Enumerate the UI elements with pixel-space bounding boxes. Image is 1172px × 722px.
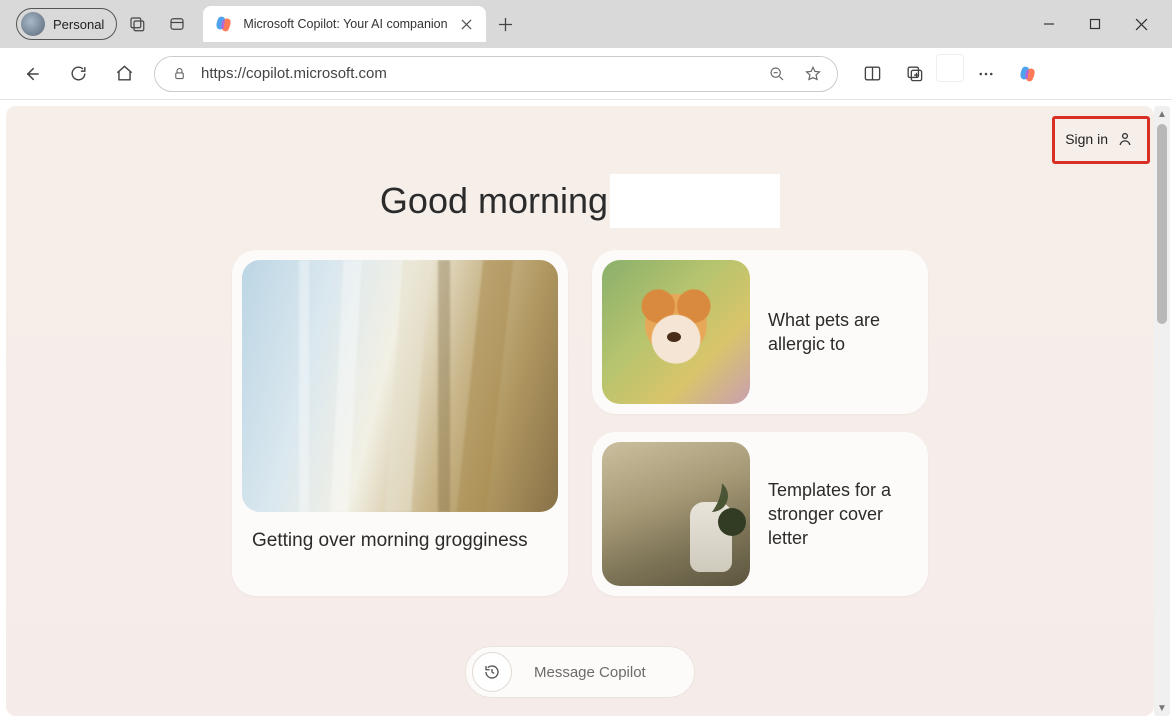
copilot-sidebar-button[interactable] [1008, 54, 1048, 94]
split-screen-icon[interactable] [852, 54, 892, 94]
favorite-star-icon[interactable] [799, 60, 827, 88]
url-text: https://copilot.microsoft.com [201, 65, 755, 82]
card-image-plant [602, 442, 750, 586]
refresh-button[interactable] [58, 54, 98, 94]
profile-switcher[interactable]: Personal [16, 8, 117, 40]
scroll-up-arrow-icon[interactable]: ▲ [1154, 106, 1170, 122]
greeting-text: Good morning [380, 180, 608, 222]
profile-label: Personal [53, 17, 104, 32]
new-tab-button[interactable] [486, 17, 526, 32]
message-input[interactable]: Message Copilot [522, 664, 686, 681]
avatar [21, 12, 45, 36]
card-title: Getting over morning grogginess [242, 512, 558, 554]
card-title: Templates for a stronger cover letter [768, 478, 918, 551]
card-title: What pets are allergic to [768, 308, 918, 357]
history-button[interactable] [472, 652, 512, 692]
tab-actions-icon[interactable] [157, 4, 197, 44]
home-button[interactable] [104, 54, 144, 94]
window-controls [1026, 4, 1164, 44]
user-icon [1116, 130, 1134, 148]
message-input-bar: Message Copilot [465, 646, 695, 698]
vertical-scrollbar[interactable]: ▲ ▼ [1154, 106, 1170, 716]
browser-tab[interactable]: Microsoft Copilot: Your AI companion [203, 6, 485, 42]
site-info-lock-icon[interactable] [165, 60, 193, 88]
minimize-button[interactable] [1026, 4, 1072, 44]
more-menu-button[interactable] [966, 54, 1006, 94]
scrollbar-thumb[interactable] [1157, 124, 1167, 324]
address-bar[interactable]: https://copilot.microsoft.com [154, 56, 838, 92]
suggestion-card-large[interactable]: Getting over morning grogginess [232, 250, 568, 596]
zoom-out-icon[interactable] [763, 60, 791, 88]
maximize-button[interactable] [1072, 4, 1118, 44]
collections-icon[interactable] [894, 54, 934, 94]
browser-titlebar: Personal Microsoft Copilot: Your AI comp… [0, 0, 1172, 48]
sign-in-label: Sign in [1065, 131, 1108, 147]
suggestion-card-small-pets[interactable]: What pets are allergic to [592, 250, 928, 414]
close-window-button[interactable] [1118, 4, 1164, 44]
address-bar-row: https://copilot.microsoft.com [0, 48, 1172, 100]
workspaces-icon[interactable] [117, 4, 157, 44]
back-button[interactable] [12, 54, 52, 94]
redacted-name-mask [610, 174, 780, 228]
scroll-down-arrow-icon[interactable]: ▼ [1154, 700, 1170, 716]
extension-placeholder-icon[interactable] [936, 54, 964, 82]
sign-in-button[interactable]: Sign in [1055, 124, 1144, 154]
history-icon [483, 663, 501, 681]
card-image-dog [602, 260, 750, 404]
copilot-favicon-icon [213, 13, 235, 35]
suggestion-card-small-cover-letter[interactable]: Templates for a stronger cover letter [592, 432, 928, 596]
page-content: Sign in Good morning Getting over mornin… [6, 106, 1154, 716]
card-image-curtains [242, 260, 558, 512]
tab-close-button[interactable] [456, 13, 478, 35]
tab-title: Microsoft Copilot: Your AI companion [243, 17, 447, 31]
